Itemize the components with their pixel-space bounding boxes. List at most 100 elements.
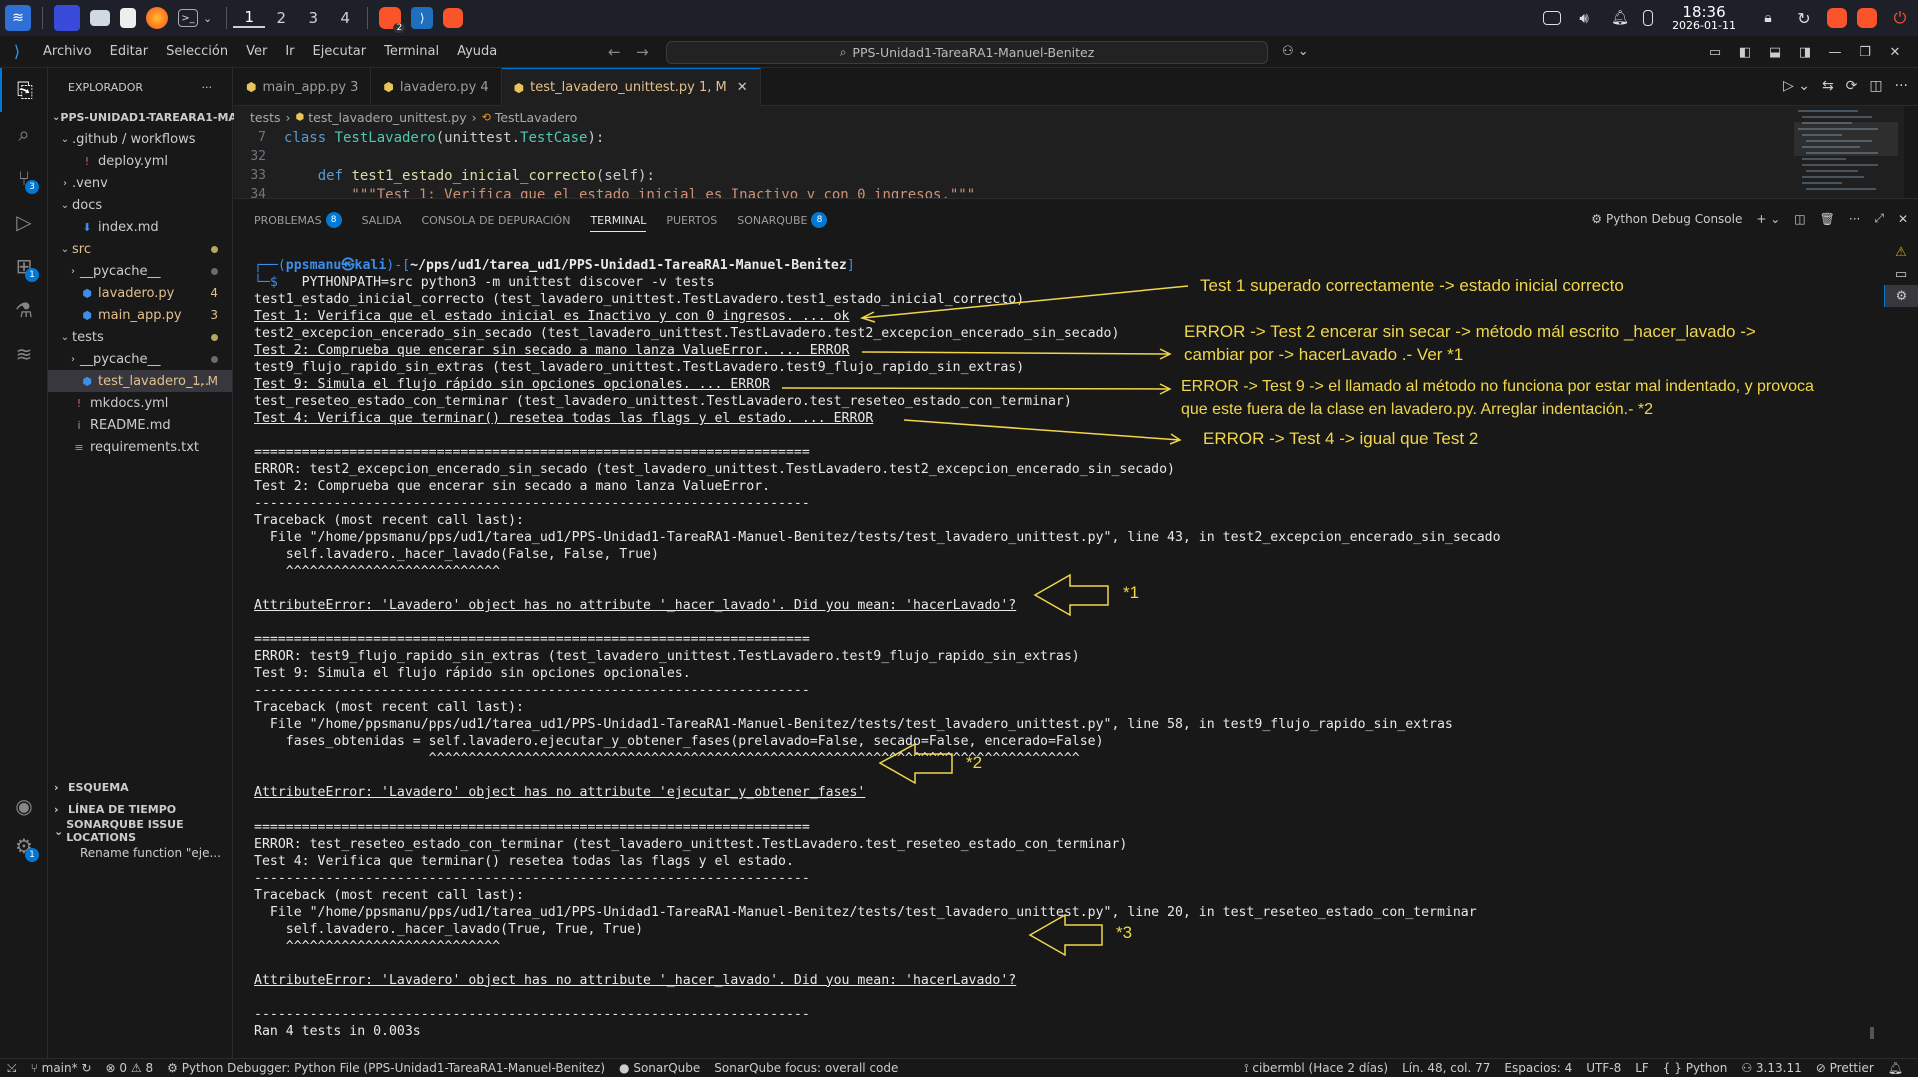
sonarqube-focus[interactable]: SonarQube focus: overall code — [714, 1061, 898, 1075]
panel-scrollbar[interactable] — [1870, 259, 1874, 1039]
clock[interactable]: 18:36 2026-01-11 — [1672, 4, 1736, 33]
menu-ir[interactable]: Ir — [276, 44, 303, 59]
file-item[interactable]: i README.md — [48, 414, 232, 436]
battery-icon[interactable] — [1643, 10, 1654, 26]
folder-item[interactable]: ⌄ src — [48, 238, 232, 260]
kali-menu-icon[interactable]: ≋ — [5, 5, 31, 31]
display-icon[interactable] — [1543, 11, 1562, 25]
testing-icon[interactable]: ⚗ — [0, 288, 48, 332]
explorer-icon[interactable]: ⎘ — [0, 68, 48, 112]
menu-terminal[interactable]: Terminal — [375, 44, 448, 59]
file-item[interactable]: ⬢ main_app.py 3 — [48, 304, 232, 326]
breadcrumb-file[interactable]: test_lavadero_unittest.py — [308, 110, 466, 125]
tab-sonarqube[interactable]: SONARQUBE 8 — [737, 212, 828, 228]
cursor-position[interactable]: Lín. 48, col. 77 — [1402, 1061, 1490, 1076]
refresh-icon[interactable]: ↻ — [1791, 5, 1817, 31]
desktop-icon[interactable] — [54, 5, 80, 31]
tab-main-app[interactable]: ⬢ main_app.py 3 — [234, 68, 372, 106]
workspace-4[interactable]: 4 — [329, 9, 361, 27]
section-esquema[interactable]: › ESQUEMA — [48, 776, 233, 798]
chevron-down-icon[interactable]: ⌄ — [203, 12, 212, 25]
sonarqube-indicator[interactable]: ● SonarQube — [619, 1061, 700, 1075]
folder-item[interactable]: ⌄ tests — [48, 326, 232, 348]
forward-arrow-icon[interactable]: → — [636, 43, 649, 61]
brave-window-icon-2[interactable] — [443, 8, 464, 28]
terminal-name[interactable]: Python Debug Console — [1606, 212, 1742, 226]
vscode-window-icon[interactable]: ⟩ — [411, 7, 434, 29]
sync-icon[interactable]: ⟳ — [1846, 78, 1858, 94]
warning-terminal-icon[interactable]: ⚠ — [1884, 241, 1918, 263]
breadcrumb-folder[interactable]: tests — [250, 110, 281, 125]
layout-icon-1[interactable]: ▭ — [1700, 45, 1730, 60]
brave-window-icon[interactable]: 2 — [379, 7, 406, 33]
file-item[interactable]: ! deploy.yml — [48, 150, 232, 172]
back-arrow-icon[interactable]: ← — [608, 43, 621, 61]
indentation[interactable]: Espacios: 4 — [1504, 1061, 1572, 1076]
terminal-instance-icon[interactable]: ▭ — [1884, 263, 1918, 285]
tab-problemas[interactable]: PROBLEMAS 8 — [254, 212, 342, 228]
workspace-1[interactable]: 1 — [233, 8, 266, 28]
firefox-icon[interactable] — [146, 7, 168, 29]
sonarqube-icon[interactable]: ≋ — [0, 332, 48, 376]
problems-indicator[interactable]: ⊗ 0 ⚠ 8 — [106, 1061, 154, 1075]
source-control-icon[interactable]: ⑂ 3 — [0, 156, 48, 200]
more-actions-icon[interactable]: ··· — [1849, 212, 1860, 226]
encoding[interactable]: UTF-8 — [1586, 1061, 1621, 1076]
folder-item[interactable]: ⌄ .github / workflows — [48, 128, 232, 150]
run-debug-icon[interactable]: ▷ — [0, 200, 48, 244]
settings-gear-icon[interactable]: ⚙ 1 — [0, 824, 48, 868]
remote-icon[interactable]: ⤩ — [7, 1061, 17, 1076]
toggle-sidebar-icon[interactable]: ◧ — [1730, 45, 1760, 60]
notifications-icon[interactable]: 🔔︎ — [1888, 1061, 1903, 1076]
tab-lavadero[interactable]: ⬢ lavadero.py 4 — [371, 68, 502, 106]
file-item[interactable]: ⬇ index.md — [48, 216, 232, 238]
branch-indicator[interactable]: ⑂ main* ↻ — [31, 1061, 92, 1075]
file-item[interactable]: ! mkdocs.yml — [48, 392, 232, 414]
folder-item[interactable]: › __pycache__ — [48, 260, 232, 282]
file-item[interactable]: ≡ requirements.txt — [48, 436, 232, 458]
tab-test-lavadero[interactable]: ⬢ test_lavadero_unittest.py 1, M ✕ — [501, 68, 761, 106]
close-window-icon[interactable]: ✕ — [1880, 45, 1910, 60]
menu-ejecutar[interactable]: Ejecutar — [304, 44, 376, 59]
workspace-2[interactable]: 2 — [265, 9, 297, 27]
code-editor[interactable]: 7 class TestLavadero (unittest. TestCase): 3… — [234, 128, 1794, 198]
toggle-secondary-sidebar-icon[interactable]: ◨ — [1790, 45, 1820, 60]
breadcrumb-symbol[interactable]: TestLavadero — [495, 110, 577, 125]
brave-tray-icon-2[interactable] — [1857, 8, 1877, 28]
minimap[interactable] — [1794, 106, 1904, 198]
project-root[interactable]: ⌄ PPS-UNIDAD1-TAREARA1-MA... — [48, 106, 250, 128]
extensions-icon[interactable]: ⊞ 1 — [0, 244, 48, 288]
prettier-indicator[interactable]: ⊘ Prettier — [1816, 1061, 1874, 1076]
folder-item[interactable]: › __pycache__ — [48, 348, 232, 370]
folder-item[interactable]: › .venv — [48, 172, 232, 194]
command-center[interactable]: ⌕ PPS-Unidad1-TareaRA1-Manuel-Benitez — [666, 41, 1268, 64]
language-mode[interactable]: { } Python — [1663, 1061, 1728, 1076]
menu-ver[interactable]: Ver — [237, 44, 276, 59]
python-version[interactable]: ⚇ 3.13.11 — [1741, 1061, 1801, 1076]
lock-icon[interactable]: 🔒︎ — [1755, 5, 1781, 31]
menu-editar[interactable]: Editar — [101, 44, 158, 59]
terminal-app-icon[interactable]: >_ — [178, 9, 198, 27]
menu-ayuda[interactable]: Ayuda — [448, 44, 506, 59]
git-blame[interactable]: ⟟ cibermbl (Hace 2 días) — [1244, 1061, 1388, 1076]
section-sonarqube[interactable]: ⌄ SONARQUBE ISSUE LOCATIONS — [48, 818, 233, 844]
power-icon[interactable]: ⏻ — [1887, 5, 1913, 31]
menu-seleccion[interactable]: Selección — [157, 44, 237, 59]
more-actions-icon[interactable]: ··· — [202, 81, 213, 94]
maximize-panel-icon[interactable]: ⤢ — [1874, 211, 1884, 226]
minimize-icon[interactable]: — — [1820, 45, 1850, 60]
close-tab-icon[interactable]: ✕ — [737, 80, 748, 95]
split-terminal-icon[interactable]: ◫ — [1794, 212, 1805, 226]
run-icon[interactable]: ▷ ⌄ — [1783, 78, 1810, 94]
new-terminal-icon[interactable]: + ⌄ — [1756, 212, 1780, 226]
copilot-icon[interactable]: ⚇ ⌄ — [1282, 44, 1309, 59]
document-icon[interactable] — [120, 8, 136, 28]
maximize-icon[interactable]: ❐ — [1850, 45, 1880, 60]
tab-salida[interactable]: SALIDA — [362, 214, 402, 227]
account-icon[interactable]: ◉ — [0, 784, 48, 828]
sonar-issue-item[interactable]: Rename function "eje... — [48, 842, 233, 864]
tab-terminal[interactable]: TERMINAL — [590, 214, 647, 232]
debug-terminal-icon[interactable]: ⚙ — [1884, 285, 1918, 307]
split-editor-icon[interactable]: ◫ — [1869, 78, 1882, 94]
brave-tray-icon[interactable] — [1827, 8, 1847, 28]
